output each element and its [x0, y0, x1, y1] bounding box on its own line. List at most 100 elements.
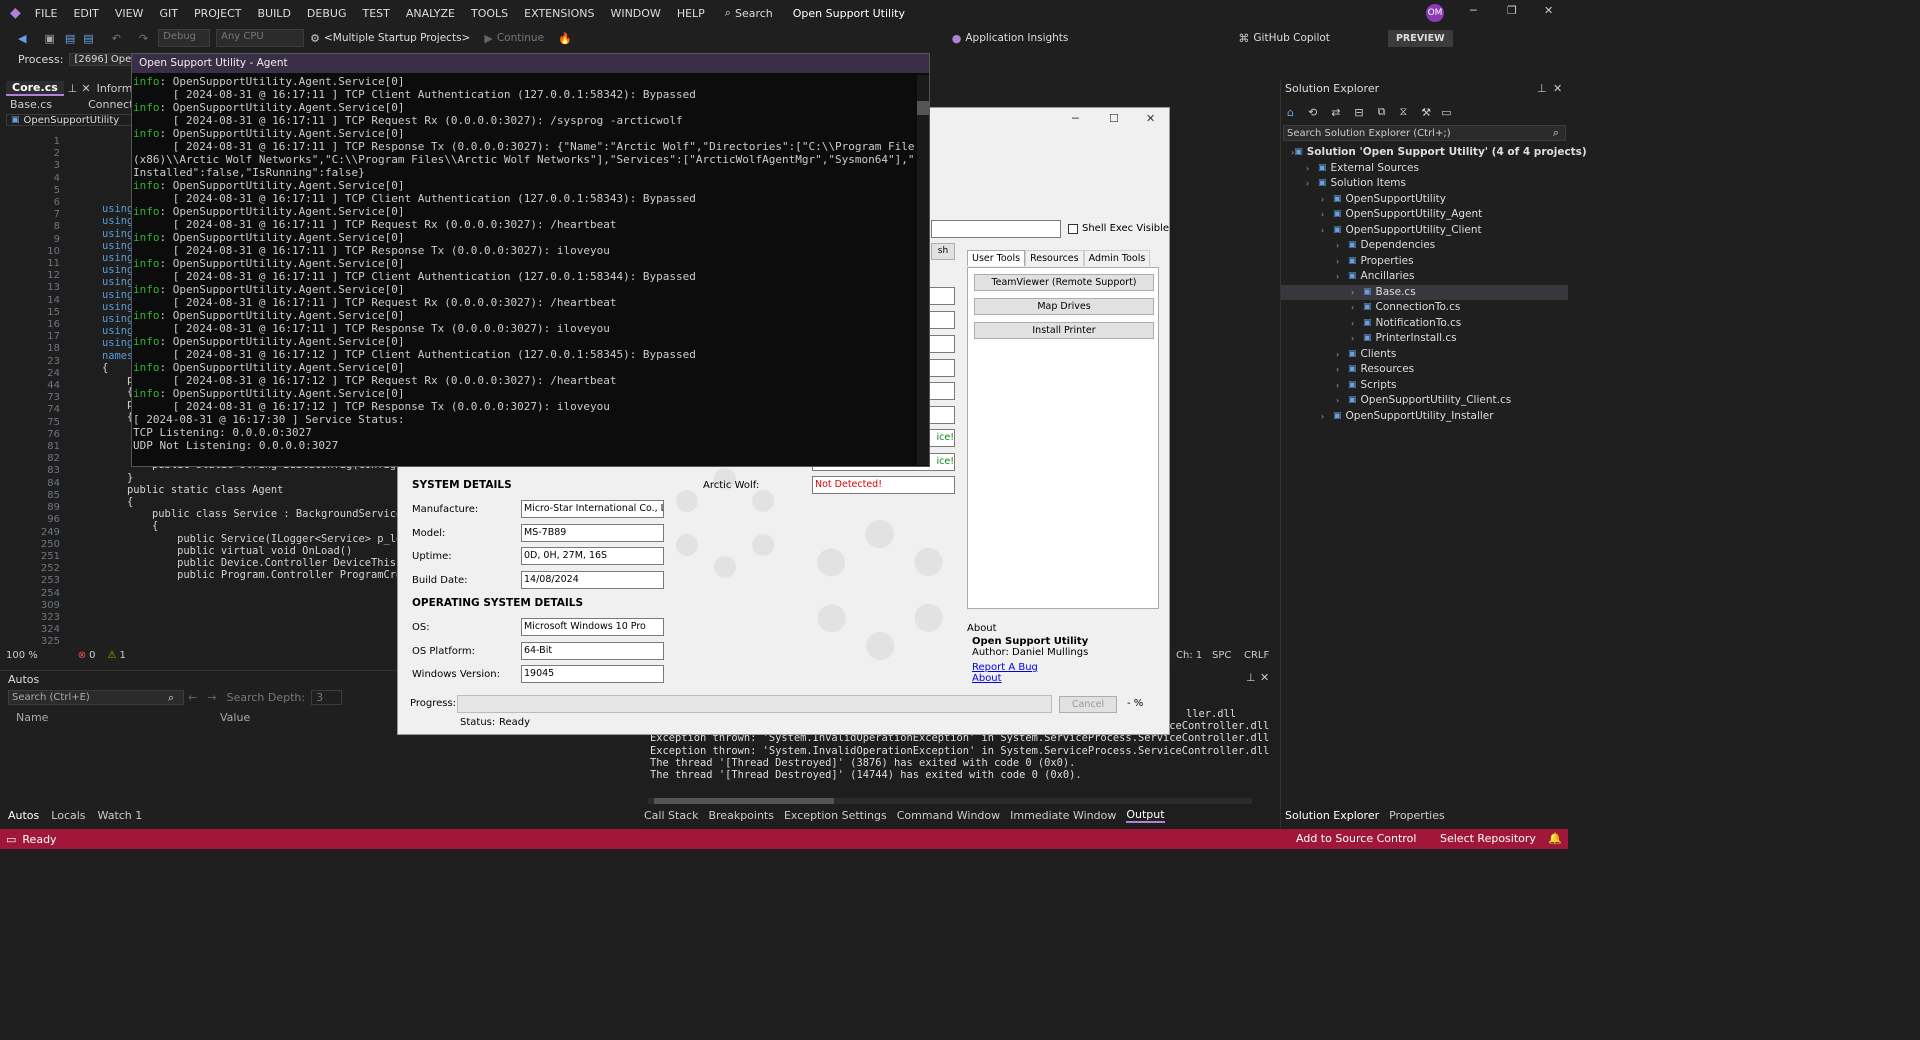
tree-item[interactable]: › ▣ Base.cs [1281, 284, 1568, 301]
tree-item[interactable]: › ▣ Properties [1281, 254, 1568, 270]
about-link[interactable]: About [967, 673, 1159, 684]
minimize-icon[interactable]: ─ [1470, 4, 1477, 17]
expand-chevron-icon[interactable]: › [1321, 192, 1333, 208]
expand-chevron-icon[interactable]: › [1351, 285, 1363, 301]
history-icon[interactable]: ⟲ [1308, 106, 1317, 119]
search-icon[interactable]: ⌕ [168, 691, 174, 705]
collapse-icon[interactable]: ⊟ [1354, 106, 1363, 119]
tab-admin-tools[interactable]: Admin Tools [1083, 250, 1151, 266]
hot-reload-icon[interactable]: 🔥 [558, 32, 572, 45]
menu-test[interactable]: TEST [362, 7, 389, 20]
startup-projects-select[interactable]: <Multiple Startup Projects> [324, 32, 470, 44]
tab-close-icon[interactable]: ✕ [81, 82, 90, 95]
expand-chevron-icon[interactable]: › [1351, 300, 1363, 316]
restore-icon[interactable]: ❐ [1507, 4, 1517, 17]
refresh-button-partial[interactable]: sh [931, 243, 955, 260]
expand-chevron-icon[interactable]: › [1306, 161, 1318, 177]
error-count[interactable]: 0 [89, 650, 95, 661]
pin-icon[interactable]: ⊥ [68, 82, 78, 95]
preview-button[interactable]: PREVIEW [1387, 29, 1453, 47]
menu-build[interactable]: BUILD [257, 7, 290, 20]
menu-window[interactable]: WINDOW [610, 7, 660, 20]
autos-search-input[interactable]: Search (Ctrl+E) [8, 690, 184, 705]
tab-resources[interactable]: Resources [1025, 250, 1084, 266]
tree-item[interactable]: › ▣ External Sources [1281, 161, 1568, 177]
expand-chevron-icon[interactable]: › [1336, 393, 1348, 409]
show-all-icon[interactable]: ⧉ [1378, 105, 1386, 119]
tree-item[interactable]: › ▣ Resources [1281, 362, 1568, 378]
solex-search-input[interactable]: Search Solution Explorer (Ctrl+;) ⌕ [1283, 125, 1566, 141]
output-tab[interactable]: Call Stack [644, 809, 698, 822]
continue-icon[interactable]: ▶ [484, 32, 492, 45]
expand-chevron-icon[interactable]: › [1336, 378, 1348, 394]
tree-item[interactable]: › ▣ OpenSupportUtility_Installer [1281, 409, 1568, 425]
tree-item[interactable]: › ▣ Solution Items [1281, 176, 1568, 192]
agent-console-window[interactable]: Open Support Utility - Agent info: OpenS… [131, 53, 930, 467]
expand-chevron-icon[interactable]: › [1321, 223, 1333, 239]
solex-pin-icon[interactable]: ⊥ [1537, 82, 1547, 95]
depth-select[interactable]: 3 [311, 690, 343, 705]
menu-analyze[interactable]: ANALYZE [406, 7, 455, 20]
shell-exec-checkbox[interactable] [1068, 224, 1078, 234]
tree-item[interactable]: › ▣ NotificationTo.cs [1281, 316, 1568, 332]
preview-icon[interactable]: ▭ [1441, 106, 1451, 119]
menu-extensions[interactable]: EXTENSIONS [524, 7, 594, 20]
menu-help[interactable]: HELP [677, 7, 705, 20]
expand-chevron-icon[interactable]: › [1336, 347, 1348, 363]
tab-core[interactable]: Core.cs [6, 80, 64, 96]
new-icon[interactable]: ▣ [44, 32, 54, 45]
avatar[interactable]: OM [1426, 4, 1444, 22]
search-icon[interactable]: ⌕ [725, 6, 731, 20]
output-tab[interactable]: Immediate Window [1010, 809, 1116, 822]
expand-chevron-icon[interactable]: › [1336, 238, 1348, 254]
tree-item[interactable]: › ▣ Solution 'Open Support Utility' (4 of … [1281, 145, 1587, 161]
tree-item[interactable]: › ▣ Clients [1281, 347, 1568, 363]
tree-item[interactable]: › ▣ OpenSupportUtility_Client [1281, 223, 1568, 239]
notifications-icon[interactable]: 🔔 [1548, 832, 1562, 845]
output-pin-icon[interactable]: ⊥ [1246, 671, 1256, 684]
autos-tab[interactable]: Autos [8, 809, 39, 822]
output-close-icon[interactable]: ✕ [1260, 671, 1269, 684]
wrench-icon[interactable]: ⚒ [1421, 106, 1431, 119]
expand-chevron-icon[interactable]: › [1321, 409, 1333, 425]
tree-item[interactable]: › ▣ ConnectionTo.cs [1281, 300, 1568, 316]
tab-user-tools[interactable]: User Tools [967, 250, 1026, 266]
add-source-control-button[interactable]: Add to Source Control [1296, 832, 1416, 845]
tab-base[interactable]: Base.cs [10, 98, 52, 111]
whitespace-mode[interactable]: SPC [1212, 650, 1231, 661]
output-tab[interactable]: Breakpoints [708, 809, 774, 822]
cancel-button[interactable]: Cancel [1059, 696, 1117, 713]
output-tab[interactable]: Exception Settings [784, 809, 887, 822]
tree-item[interactable]: › ▣ OpenSupportUtility_Agent [1281, 207, 1568, 223]
nav-back-icon[interactable]: ← [188, 691, 197, 704]
output-tab[interactable]: Command Window [897, 809, 1000, 822]
undo-icon[interactable]: ↶ [112, 32, 121, 45]
insights-button[interactable]: Application Insights [965, 32, 1068, 44]
nav-forward-icon[interactable]: → [207, 691, 216, 704]
expand-chevron-icon[interactable]: › [1336, 254, 1348, 270]
menu-git[interactable]: GIT [159, 7, 178, 20]
menu-tools[interactable]: TOOLS [471, 7, 508, 20]
menu-view[interactable]: VIEW [115, 7, 144, 20]
expand-chevron-icon[interactable]: › [1336, 362, 1348, 378]
menu-file[interactable]: FILE [35, 7, 58, 20]
config-select[interactable]: Debug [158, 29, 211, 47]
map-drives-button[interactable]: Map Drives [974, 298, 1154, 315]
save-icon[interactable]: ▤ [65, 32, 75, 45]
filter-icon[interactable]: ⧖ [1400, 105, 1408, 119]
close-icon[interactable]: ✕ [1544, 4, 1553, 17]
tree-item[interactable]: › ▣ OpenSupportUtility [1281, 192, 1568, 208]
warning-count[interactable]: 1 [120, 650, 126, 661]
output-hscroll[interactable] [648, 798, 1252, 804]
output-tab[interactable]: Output [1126, 808, 1165, 823]
expand-chevron-icon[interactable]: › [1336, 269, 1348, 285]
app-maximize-icon[interactable]: ☐ [1109, 112, 1119, 125]
redo-icon[interactable]: ↷ [139, 32, 148, 45]
report-bug-link[interactable]: Report A Bug [967, 662, 1159, 673]
sync-icon[interactable]: ⇄ [1331, 106, 1340, 119]
command-input[interactable] [931, 220, 1061, 238]
teamviewer-button[interactable]: TeamViewer (Remote Support) [974, 274, 1154, 291]
line-ending[interactable]: CRLF [1244, 650, 1269, 661]
install-printer-button[interactable]: Install Printer [974, 322, 1154, 339]
home-icon[interactable]: ⌂ [1287, 106, 1294, 119]
